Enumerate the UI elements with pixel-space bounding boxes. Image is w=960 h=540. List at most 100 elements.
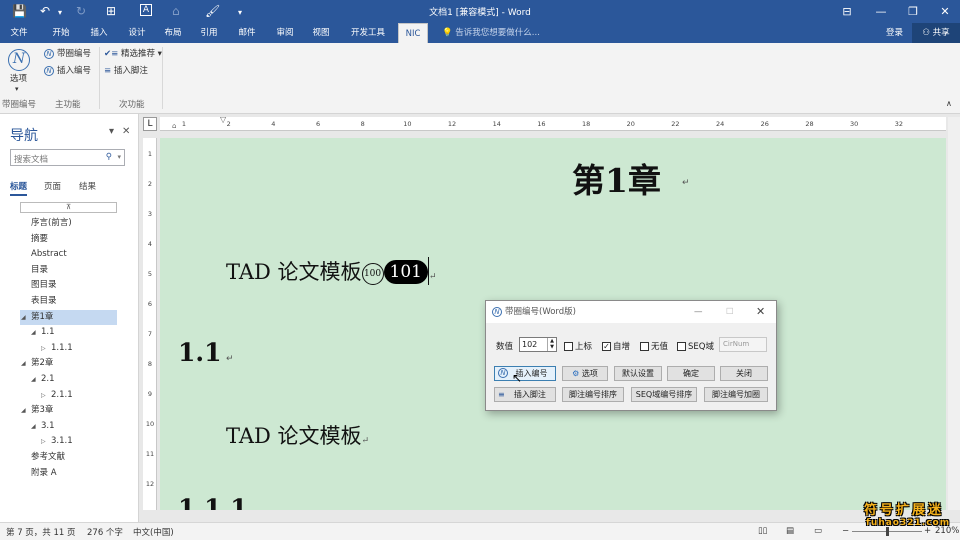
word-count[interactable]: 276 个字 bbox=[87, 526, 123, 538]
search-dropdown-icon[interactable]: ▾ bbox=[117, 153, 121, 161]
restore-icon[interactable]: ❐ bbox=[896, 0, 930, 23]
caret-collapsed-icon[interactable]: ▷ bbox=[41, 434, 46, 449]
format-painter-icon[interactable]: 🖌 bbox=[205, 4, 220, 18]
horizontal-ruler[interactable]: ⌂ ▽ 1 2 4 6 8 10 12 14 16 18 20 22 24 26 28 30 32 bbox=[160, 115, 946, 131]
caret-expanded-icon[interactable]: ◢ bbox=[31, 419, 36, 434]
insert-footnote-button[interactable]: ≡ 插入脚注 bbox=[494, 387, 556, 402]
collapse-ribbon-icon[interactable]: ∧ bbox=[946, 98, 952, 110]
ruler-tick-label: 24 bbox=[715, 120, 725, 128]
nav-item[interactable]: ▷ 2.1.1 bbox=[20, 388, 117, 403]
superscript-checkbox[interactable]: 上标 bbox=[564, 340, 592, 352]
caret-expanded-icon[interactable]: ◢ bbox=[31, 372, 36, 387]
nav-item[interactable]: ▷ 3.1.1 bbox=[20, 434, 117, 449]
insert-number-button[interactable]: N 插入编号 bbox=[494, 366, 556, 381]
zoom-out-icon[interactable]: − bbox=[842, 526, 849, 536]
vertical-scrollbar[interactable] bbox=[948, 117, 960, 510]
sort-seq-button[interactable]: SEQ域编号排序 bbox=[631, 387, 697, 402]
nav-item[interactable]: 参考文献 bbox=[20, 450, 117, 465]
language[interactable]: 中文(中国) bbox=[133, 526, 174, 538]
caret-expanded-icon[interactable]: ◢ bbox=[21, 310, 26, 325]
nav-tab-results[interactable]: 结果 bbox=[79, 180, 96, 192]
insert-footnote-ribbon-button[interactable]: ≡ 插入脚注 bbox=[104, 65, 148, 77]
quick-access-dropdown-icon[interactable]: ▾ bbox=[238, 6, 242, 20]
autoinc-checkbox[interactable]: ✓ 自增 bbox=[602, 340, 630, 352]
share-button[interactable]: ⚇ 共享 bbox=[912, 23, 960, 43]
tab-review[interactable]: 审阅 bbox=[270, 23, 300, 43]
insert-number-button[interactable]: N 插入编号 bbox=[44, 65, 91, 77]
circle-footnote-button[interactable]: 脚注编号加圈 bbox=[704, 387, 768, 402]
read-mode-icon[interactable]: ▯▯ bbox=[758, 526, 767, 536]
table-icon[interactable]: ⊞ bbox=[106, 4, 116, 18]
minimize-icon[interactable]: — bbox=[694, 301, 703, 323]
caret-expanded-icon[interactable]: ◢ bbox=[21, 356, 26, 371]
nav-item[interactable]: ▷ 1.1.1 bbox=[20, 341, 117, 356]
web-layout-icon[interactable]: ▭ bbox=[814, 526, 822, 536]
close-button[interactable]: 关闭 bbox=[720, 366, 768, 381]
ribbon-display-icon[interactable]: ⊟ bbox=[830, 0, 864, 23]
minimize-icon[interactable]: — bbox=[864, 0, 898, 23]
default-settings-button[interactable]: 默认设置 bbox=[614, 366, 662, 381]
print-layout-icon[interactable]: ▤ bbox=[786, 526, 794, 536]
caret-expanded-icon[interactable]: ◢ bbox=[31, 325, 36, 340]
nav-item[interactable]: ◢ 第2章 bbox=[20, 356, 117, 371]
options-big-button[interactable]: N 选项 ▾ bbox=[0, 43, 38, 95]
caret-collapsed-icon[interactable]: ▷ bbox=[41, 341, 46, 356]
undo-icon[interactable]: ↶ bbox=[40, 4, 50, 18]
page-count[interactable]: 第 7 页，共 11 页 bbox=[6, 526, 76, 538]
search-icon[interactable]: ⚲ bbox=[106, 152, 112, 162]
featured-button[interactable]: ✔≡ 精选推荐 ▾ bbox=[104, 48, 162, 60]
tab-references[interactable]: 引用 bbox=[194, 23, 224, 43]
caret-expanded-icon[interactable]: ◢ bbox=[21, 403, 26, 418]
seq-checkbox[interactable]: SEQ域 bbox=[677, 340, 714, 352]
nav-item[interactable]: 摘要 bbox=[20, 232, 117, 247]
nav-item[interactable]: 序言(前言) bbox=[20, 216, 117, 231]
tab-design[interactable]: 设计 bbox=[122, 23, 152, 43]
ruler-tick-label: 9 bbox=[147, 390, 153, 398]
undo-dropdown-icon[interactable]: ▾ bbox=[58, 6, 62, 20]
sign-in-link[interactable]: 登录 bbox=[886, 23, 903, 43]
nav-item[interactable]: ◢ 2.1 bbox=[20, 372, 117, 387]
caret-collapsed-icon[interactable]: ▷ bbox=[41, 388, 46, 403]
nav-item[interactable]: 目录 bbox=[20, 263, 117, 278]
nav-item[interactable]: 附录 A bbox=[20, 466, 117, 481]
nav-item[interactable]: ◢ 第1章 bbox=[20, 309, 117, 325]
circled-number-button[interactable]: N 带圈编号 bbox=[44, 48, 91, 60]
tab-file[interactable]: 文件 bbox=[4, 23, 34, 43]
indent-marker-icon[interactable]: ⌂ bbox=[172, 122, 176, 130]
ok-button[interactable]: 确定 bbox=[667, 366, 715, 381]
tab-developer[interactable]: 开发工具 bbox=[344, 23, 392, 43]
tab-view[interactable]: 视图 bbox=[306, 23, 336, 43]
tell-me-box[interactable]: 💡 告诉我您想要做什么... bbox=[442, 23, 540, 43]
spin-arrows-icon[interactable]: ▲ ▼ bbox=[547, 338, 556, 351]
nav-item[interactable]: ◢ 1.1 bbox=[20, 325, 117, 340]
nav-tab-headings[interactable]: 标题 bbox=[10, 180, 28, 196]
nav-item[interactable]: 表目录 bbox=[20, 294, 117, 309]
nav-options-icon[interactable]: ▾ bbox=[109, 126, 114, 137]
tab-home[interactable]: 开始 bbox=[46, 23, 76, 43]
nav-search-input[interactable]: 搜索文档 ⚲ ▾ bbox=[10, 149, 125, 166]
redo-icon[interactable]: ↻ bbox=[76, 4, 86, 18]
close-icon[interactable]: ✕ bbox=[928, 0, 960, 23]
zoom-slider-thumb[interactable] bbox=[886, 527, 889, 536]
sort-footnote-button[interactable]: 脚注编号排序 bbox=[562, 387, 624, 402]
seq-field-input[interactable]: CirNum bbox=[719, 337, 767, 352]
dialog-title-bar[interactable]: N 带圈编号(Word版) — ☐ ✕ bbox=[486, 301, 776, 323]
options-button[interactable]: ⚙ 选项 bbox=[562, 366, 608, 381]
tab-layout[interactable]: 布局 bbox=[158, 23, 188, 43]
tab-nic[interactable]: NIC bbox=[398, 23, 428, 43]
nav-item[interactable]: ◢ 3.1 bbox=[20, 419, 117, 434]
nav-item[interactable]: Abstract bbox=[20, 247, 117, 262]
nav-item[interactable]: ◢ 第3章 bbox=[20, 403, 117, 418]
tab-selector[interactable]: L bbox=[143, 117, 157, 131]
no-value-checkbox[interactable]: 无值 bbox=[640, 340, 668, 352]
nav-close-icon[interactable]: ✕ bbox=[122, 126, 130, 137]
tab-insert[interactable]: 插入 bbox=[84, 23, 114, 43]
save-icon[interactable]: 💾 bbox=[12, 4, 27, 18]
nav-item[interactable]: 图目录 bbox=[20, 278, 117, 293]
value-spin-input[interactable]: 102 ▲ ▼ bbox=[519, 337, 557, 352]
close-icon[interactable]: ✕ bbox=[756, 301, 765, 323]
tab-mailings[interactable]: 邮件 bbox=[232, 23, 262, 43]
nav-scroll-up-icon[interactable]: ⊼ bbox=[20, 202, 117, 213]
nav-tab-pages[interactable]: 页面 bbox=[44, 180, 61, 192]
text-box-icon[interactable]: A bbox=[140, 4, 152, 16]
